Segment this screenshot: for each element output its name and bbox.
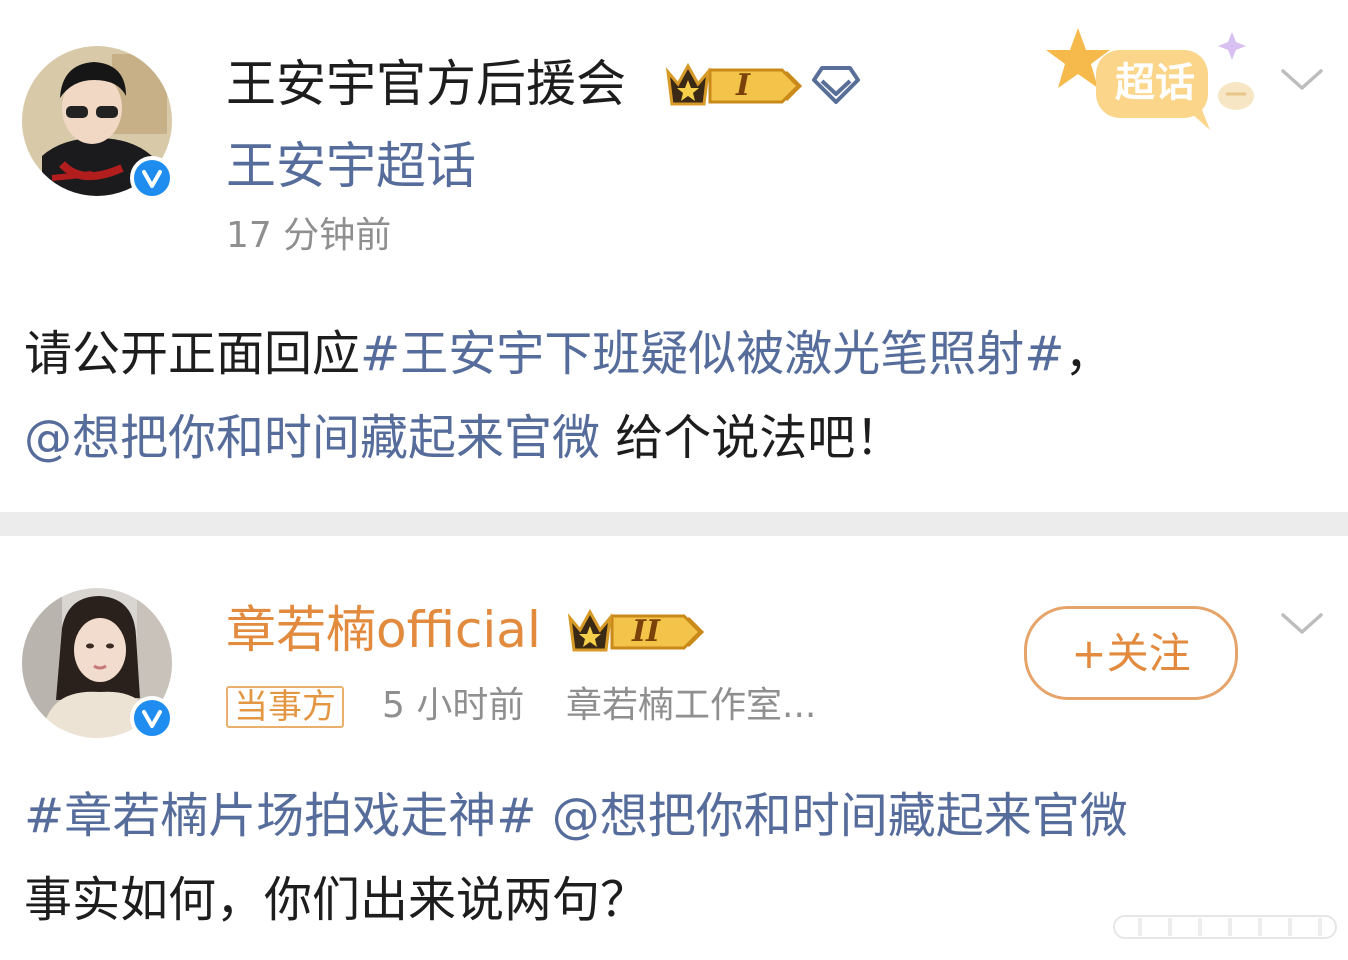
post-text: 给个说法吧！ xyxy=(600,410,904,466)
user-level-badge: II xyxy=(566,604,706,664)
post-time: 5 小时前 xyxy=(382,685,525,726)
mention-link[interactable]: @想把你和时间藏起来官微 xyxy=(536,788,1128,844)
level-number: I xyxy=(736,68,751,103)
post-text-punct: ， xyxy=(1064,326,1113,382)
follow-button[interactable]: +关注 xyxy=(1024,606,1238,700)
chevron-down-icon[interactable] xyxy=(1280,610,1324,642)
post-card-1: 王安宇官方后援会 I 王安宇超话 17 分钟前 超话 请公开正面回应#王安宇下班… xyxy=(0,0,1348,512)
post-card-2: 章若楠official II +关注 当事方 5 小时前 章若楠工作室... #… xyxy=(0,536,1348,960)
chevron-down-icon[interactable] xyxy=(1280,66,1324,98)
post-text: 请公开正面回应 xyxy=(24,326,361,382)
post-text-line-1: 请公开正面回应#王安宇下班疑似被激光笔照射#， xyxy=(24,312,1112,396)
supertopic-badge-label: 超话 xyxy=(1115,60,1195,106)
hashtag-link[interactable]: #王安宇下班疑似被激光笔照射# xyxy=(360,326,1064,382)
watermark-icon xyxy=(1110,910,1340,948)
party-tag: 当事方 xyxy=(226,686,344,728)
verified-badge-icon xyxy=(130,156,174,200)
post-text-line-2: 事实如何，你们出来说两句？ xyxy=(24,872,649,928)
mention-link[interactable]: @想把你和时间藏起来官微 xyxy=(24,410,600,466)
author-name[interactable]: 王安宇官方后援会 xyxy=(226,54,626,114)
post-text-line-2: @想把你和时间藏起来官微 给个说法吧！ xyxy=(24,396,903,480)
post-text-line-1: #章若楠片场拍戏走神# @想把你和时间藏起来官微 xyxy=(24,774,1128,858)
verified-badge-icon xyxy=(130,696,174,740)
supertopic-badge[interactable]: 超话 xyxy=(1040,26,1260,136)
post-time: 17 分钟前 xyxy=(226,215,392,256)
hashtag-link[interactable]: #章若楠片场拍戏走神# xyxy=(24,788,536,844)
post-divider xyxy=(0,512,1348,536)
supertopic-link[interactable]: 王安宇超话 xyxy=(226,136,476,196)
level-number: II xyxy=(632,614,661,649)
diamond-icon xyxy=(812,64,860,110)
user-level-badge: I xyxy=(664,58,804,118)
author-name[interactable]: 章若楠official xyxy=(226,600,541,660)
post-source: 章若楠工作室... xyxy=(566,685,817,726)
